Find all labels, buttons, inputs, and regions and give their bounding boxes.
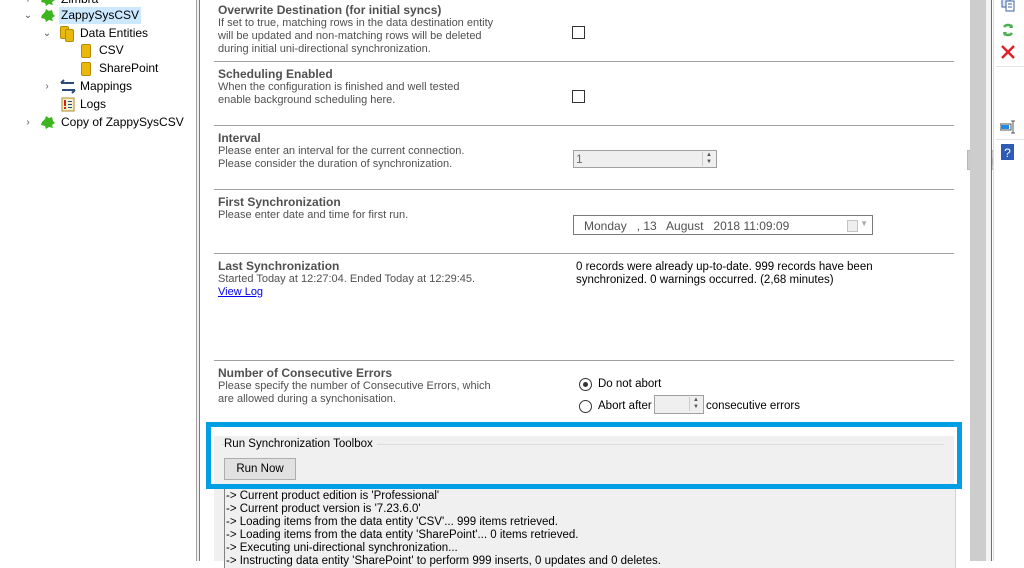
errors-desc: Please specify the number of Consecutive… (218, 380, 491, 406)
tree-item-label: Data Entities (80, 26, 149, 40)
svg-text:?: ? (1004, 146, 1011, 160)
toolbar-separator (996, 139, 1024, 140)
database-stack-icon (60, 26, 76, 42)
result-line: 0 records were already up-to-date. 999 r… (576, 261, 873, 273)
interval-title: Interval (218, 131, 261, 145)
navigation-tree[interactable]: › Zimbra ⌄ ZappySysCSV ⌄ Data Entities C… (0, 0, 196, 561)
log-line: -> Current product edition is 'Professio… (226, 490, 440, 502)
first-sync-desc: Please enter date and time for first run… (218, 209, 408, 222)
log-line: -> Instructing data entity 'SharePoint' … (226, 555, 661, 567)
abort-after-stepper[interactable]: ▲ ▼ (654, 395, 704, 414)
tree-item-sharepoint[interactable]: SharePoint (0, 60, 190, 77)
overwrite-title: Overwrite Destination (for initial syncs… (218, 3, 442, 17)
desc-line: Please specify the number of Consecutive… (218, 380, 491, 392)
tree-item-label: ZappySysCSV (59, 7, 142, 24)
divider (214, 360, 954, 361)
first-sync-datetime-value: Monday , 13 August 2018 11:09:09 (584, 219, 790, 233)
desc-line: Please enter date and time for first run… (218, 209, 409, 221)
divider (214, 253, 954, 254)
toolbar-separator (996, 66, 1024, 67)
interval-value-stepper[interactable]: 1 ▲ ▼ (573, 150, 717, 168)
desc-line: Please enter an interval for the current… (218, 145, 465, 157)
tree-item-zappysyscsv[interactable]: ⌄ ZappySysCSV (0, 7, 190, 24)
interval-value: 1 (576, 152, 583, 166)
settings-panel: Overwrite Destination (for initial syncs… (200, 0, 1024, 568)
tree-item-logs[interactable]: Logs (0, 96, 190, 113)
last-sync-title: Last Synchronization (218, 259, 340, 273)
scheduling-desc: When the configuration is finished and w… (218, 81, 460, 107)
tree-item-label: Copy of ZappySysCSV (61, 115, 184, 129)
database-icon (78, 61, 94, 76)
run-now-button[interactable]: Run Now (224, 458, 296, 480)
refresh-icon[interactable] (1000, 22, 1016, 38)
chevron-down-icon[interactable]: ⌄ (42, 25, 52, 42)
abort-after-label[interactable]: Abort after (598, 400, 652, 412)
logs-icon (61, 97, 75, 112)
log-line: -> Loading items from the data entity 'S… (226, 529, 579, 541)
tree-item-label: Mappings (80, 79, 133, 93)
rename-icon[interactable] (1000, 119, 1016, 135)
desc-line: are allowed during a synchonisation. (218, 393, 396, 405)
abort-after-radio[interactable] (579, 400, 592, 413)
interval-desc: Please enter an interval for the current… (218, 145, 464, 171)
tree-item-label: Logs (80, 97, 107, 111)
delete-icon[interactable] (1000, 44, 1016, 60)
help-icon[interactable]: ? (1000, 144, 1016, 160)
scrollbar-edge (986, 0, 992, 561)
toolbox-title: Run Synchronization Toolbox (224, 438, 377, 450)
sync-log-output[interactable]: -> Current product edition is 'Professio… (224, 488, 956, 568)
desc-line: If set to true, matching rows in the dat… (218, 17, 494, 29)
scheduling-checkbox[interactable] (572, 90, 585, 103)
tree-item-data-entities[interactable]: ⌄ Data Entities (0, 25, 190, 42)
log-line: -> Current product version is '7.23.6.0' (226, 503, 421, 515)
desc-line: during initial uni-directional synchroni… (218, 43, 431, 55)
mappings-icon (60, 79, 76, 94)
calendar-icon[interactable] (847, 220, 858, 232)
tree-item-label: CSV (99, 43, 124, 57)
chevron-right-icon[interactable]: › (42, 78, 52, 95)
stepper-arrows-icon[interactable]: ▲ ▼ (689, 397, 702, 411)
desc-line: enable background scheduling here. (218, 94, 396, 106)
last-sync-desc: Started Today at 12:27:04. Ended Today a… (218, 273, 476, 285)
result-line: synchronized. 0 warnings occurred. (2,68… (576, 274, 834, 286)
run-sync-toolbox: Run Synchronization Toolbox Run Now -> C… (214, 424, 956, 568)
tree-item-csv[interactable]: CSV (0, 42, 190, 59)
first-sync-datetime-picker[interactable]: Monday , 13 August 2018 11:09:09 ▼ (573, 215, 873, 235)
dropdown-arrow-icon[interactable]: ▼ (860, 219, 868, 228)
chevron-right-icon[interactable]: › (23, 114, 33, 131)
puzzle-icon (41, 116, 55, 129)
tree-item-mappings[interactable]: › Mappings (0, 78, 190, 95)
copy-icon[interactable] (1000, 0, 1016, 12)
divider (214, 61, 954, 62)
desc-line: will be updated and non-matching rows wi… (218, 30, 482, 42)
scheduling-title: Scheduling Enabled (218, 67, 333, 81)
overwrite-checkbox[interactable] (572, 26, 585, 39)
desc-line: When the configuration is finished and w… (218, 81, 460, 93)
chevron-down-icon[interactable]: ⌄ (23, 7, 33, 24)
tree-item-label: SharePoint (99, 61, 159, 75)
divider (214, 189, 954, 190)
overwrite-desc: If set to true, matching rows in the dat… (218, 17, 493, 56)
database-icon (78, 43, 94, 58)
puzzle-icon (41, 0, 55, 6)
puzzle-icon (41, 9, 55, 22)
stepper-arrows-icon[interactable]: ▲ ▼ (702, 152, 715, 166)
errors-title: Number of Consecutive Errors (218, 366, 393, 380)
desc-line: Please consider the duration of synchron… (218, 158, 453, 170)
consecutive-errors-label: consecutive errors (706, 400, 800, 412)
first-sync-title: First Synchronization (218, 195, 341, 209)
do-not-abort-label[interactable]: Do not abort (598, 378, 661, 390)
view-log-link[interactable]: View Log (218, 286, 263, 299)
divider (214, 125, 954, 126)
do-not-abort-radio[interactable] (579, 378, 592, 391)
vertical-scrollbar[interactable] (970, 0, 986, 561)
tree-item-copy-of-zappysyscsv[interactable]: › Copy of ZappySysCSV (0, 114, 190, 131)
right-toolbar: ? (993, 0, 1024, 561)
log-line: -> Executing uni-directional synchroniza… (226, 542, 458, 554)
log-line: -> Loading items from the data entity 'C… (226, 516, 558, 528)
last-sync-result: 0 records were already up-to-date. 999 r… (576, 261, 876, 287)
